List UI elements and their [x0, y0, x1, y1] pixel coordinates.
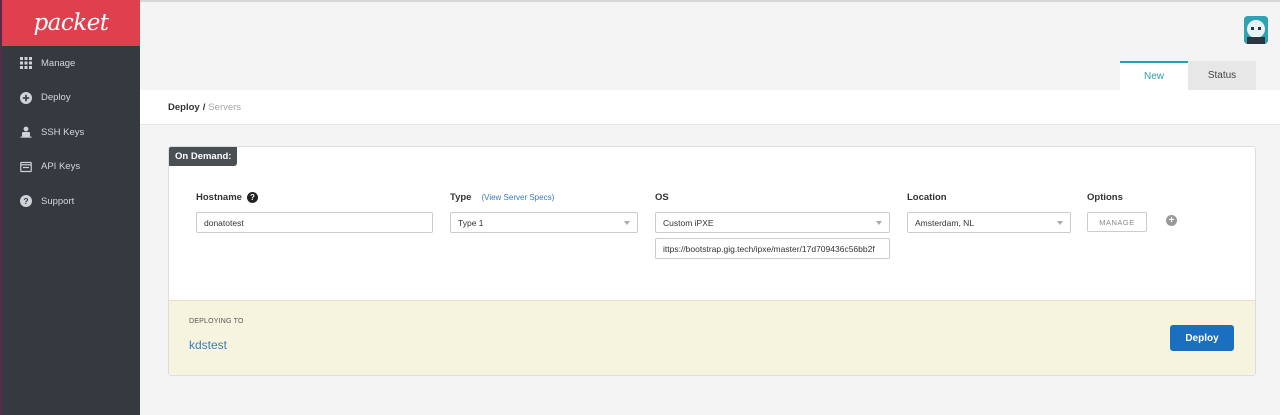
sidebar: packet Manage Deploy SSH Keys API Keys ?…	[0, 0, 140, 415]
sidebar-item-manage[interactable]: Manage	[2, 46, 140, 81]
os-label-text: OS	[655, 192, 669, 203]
breadcrumb-deploy[interactable]: Deploy	[168, 102, 200, 113]
view-server-specs-link[interactable]: (View Server Specs)	[481, 193, 554, 202]
top-bar: New Status	[140, 0, 1280, 90]
manage-button[interactable]: MANAGE	[1087, 212, 1147, 232]
location-select-value: Amsterdam, NL	[915, 217, 975, 228]
sidebar-item-ssh-keys[interactable]: SSH Keys	[2, 115, 140, 150]
hostname-label-text: Hostname	[196, 192, 242, 203]
sidebar-item-label: Deploy	[41, 92, 71, 104]
api-key-icon	[19, 160, 32, 173]
sidebar-item-deploy[interactable]: Deploy	[2, 81, 140, 116]
type-label: Type (View Server Specs)	[450, 192, 554, 203]
options-label-text: Options	[1087, 192, 1123, 203]
hostname-input[interactable]	[196, 212, 433, 233]
breadcrumb: Deploy / Servers	[140, 90, 1280, 125]
breadcrumb-servers: Servers	[208, 101, 242, 113]
plus-circle-icon	[19, 91, 32, 104]
packet-logo[interactable]: packet	[33, 10, 109, 36]
svg-text:?: ?	[23, 196, 28, 206]
help-icon[interactable]: ?	[246, 192, 258, 203]
tab-status[interactable]: Status	[1188, 61, 1256, 90]
sidebar-nav: Manage Deploy SSH Keys API Keys ? Suppor…	[2, 46, 140, 219]
deploy-card: On Demand: Hostname ? Type (View Server …	[168, 146, 1256, 376]
project-link[interactable]: kdstest	[189, 338, 227, 352]
options-label: Options	[1087, 192, 1123, 203]
ssh-key-icon	[19, 126, 32, 139]
os-label: OS	[655, 192, 669, 203]
on-demand-badge: On Demand:	[169, 147, 238, 166]
deploy-button[interactable]: Deploy	[1170, 325, 1234, 351]
type-label-text: Type	[450, 192, 472, 203]
ipxe-url-input[interactable]	[655, 238, 890, 259]
deploying-to-label: DEPLOYING TO	[189, 318, 244, 325]
grid-icon	[19, 57, 32, 70]
type-select-value: Type 1	[458, 217, 484, 228]
sidebar-item-label: Support	[41, 195, 75, 207]
chevron-down-icon	[1057, 221, 1063, 225]
os-select[interactable]: Custom iPXE	[655, 212, 890, 233]
sidebar-item-api-keys[interactable]: API Keys	[2, 150, 140, 185]
location-select[interactable]: Amsterdam, NL	[907, 212, 1071, 233]
sidebar-item-label: Manage	[41, 57, 76, 69]
chevron-down-icon	[876, 221, 882, 225]
sidebar-item-support[interactable]: ? Support	[2, 184, 140, 219]
question-circle-icon: ?	[19, 195, 32, 208]
sidebar-item-label: SSH Keys	[41, 126, 85, 138]
tab-bar: New Status	[1120, 61, 1256, 90]
hostname-label: Hostname ?	[196, 192, 258, 203]
location-label: Location	[907, 192, 947, 203]
logo-bar[interactable]: packet	[2, 0, 140, 46]
sidebar-item-label: API Keys	[41, 161, 81, 173]
add-option-icon[interactable]: +	[1166, 215, 1177, 226]
deploy-panel: DEPLOYING TO kdstest Deploy	[169, 300, 1255, 375]
breadcrumb-separator: /	[202, 101, 206, 113]
chevron-down-icon	[624, 221, 630, 225]
location-label-text: Location	[907, 192, 947, 203]
avatar[interactable]	[1244, 16, 1268, 44]
tab-new[interactable]: New	[1120, 61, 1188, 90]
os-select-value: Custom iPXE	[663, 217, 714, 228]
type-select[interactable]: Type 1	[450, 212, 638, 233]
